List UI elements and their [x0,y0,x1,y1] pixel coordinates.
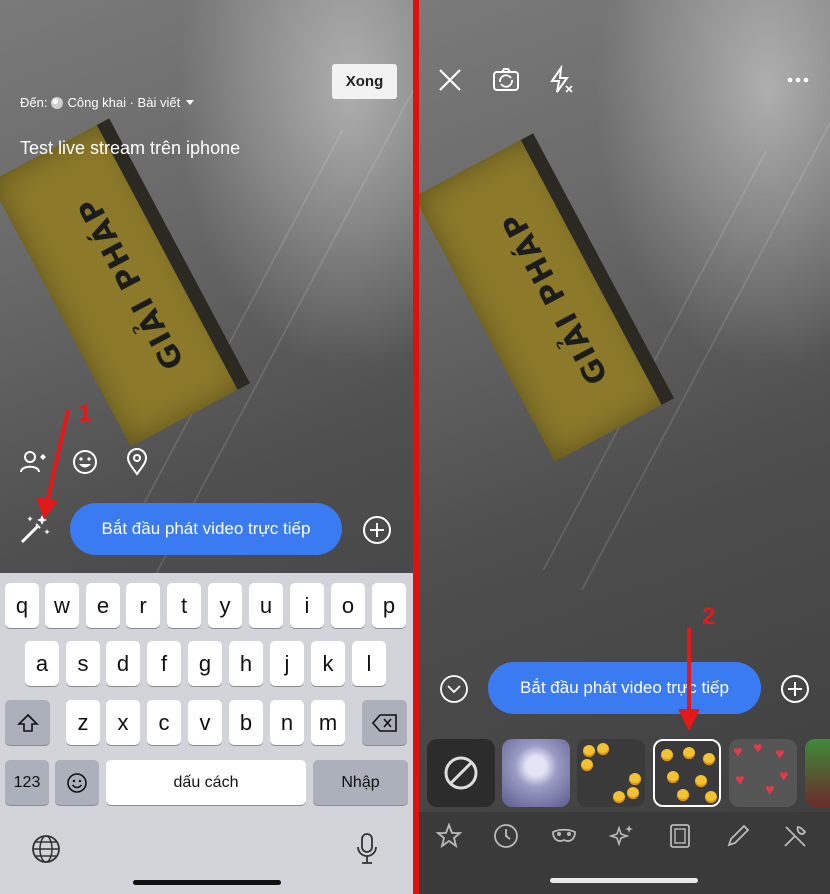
location-pin-icon[interactable] [122,447,152,477]
key-x[interactable]: x [106,700,140,745]
sparkles-icon[interactable] [608,822,636,850]
hearts-effect-thumbnail[interactable]: ♥ ♥ ♥ ♥ ♥ ♥ [729,739,797,807]
key-n[interactable]: n [270,700,304,745]
globe-icon [51,96,64,109]
key-i[interactable]: i [290,583,324,628]
flip-camera-icon[interactable] [491,65,521,95]
annotation-arrow [678,628,700,731]
frame-icon[interactable] [666,822,694,850]
key-b[interactable]: b [229,700,263,745]
key-r[interactable]: r [126,583,160,628]
key-e[interactable]: e [86,583,120,628]
done-button[interactable]: Xong [332,64,397,99]
key-z[interactable]: z [66,700,100,745]
key-p[interactable]: p [372,583,406,628]
key-q[interactable]: q [5,583,39,628]
pencil-icon[interactable] [724,822,752,850]
mask-icon[interactable] [550,822,578,850]
add-circle-icon[interactable] [361,514,393,546]
backspace-icon [371,713,397,732]
start-live-button[interactable]: Bắt đầu phát video trực tiếp [70,503,342,555]
sign-text: GIẢI PHÁP [71,190,192,376]
flash-off-icon[interactable] [545,65,575,95]
key-v[interactable]: v [188,700,222,745]
add-circle-icon[interactable] [779,673,811,705]
key-d[interactable]: d [106,641,140,686]
shift-key[interactable] [5,700,50,745]
globe-keyboard-icon[interactable] [30,833,62,865]
key-g[interactable]: g [188,641,222,686]
key-j[interactable]: j [270,641,304,686]
emoji-key-icon [67,772,87,793]
home-indicator [550,878,698,883]
annotation-number: 2 [702,603,716,630]
close-icon[interactable] [435,65,465,95]
emoji-key[interactable] [55,760,99,805]
emoji-rain-effect-thumbnail[interactable] [653,739,721,807]
key-a[interactable]: a [25,641,59,686]
space-key[interactable]: dấu cách [106,760,306,805]
backspace-key[interactable] [362,700,407,745]
home-indicator [133,880,281,885]
chevron-down-circle-icon[interactable] [438,673,470,705]
effects-tray: ♥ ♥ ♥ ♥ ♥ ♥ [419,734,830,812]
yellow-sign: GIẢI PHÁP [419,133,675,462]
key-h[interactable]: h [229,641,263,686]
ios-keyboard: q w e r t y u i o p a s d f g h j k l z … [0,573,413,894]
audience-prefix: Đến: [20,95,48,110]
right-screenshot: GIẢI PHÁP Bắt đầu phát video trực tiếp 2 [419,0,830,894]
key-o[interactable]: o [331,583,365,628]
emoji-frame-effect-thumbnail[interactable] [577,739,645,807]
star-icon[interactable] [435,822,463,850]
bubble-effect-thumbnail[interactable] [502,739,570,807]
audience-value: Công khai · Bài viết [67,95,181,110]
key-s[interactable]: s [66,641,100,686]
key-u[interactable]: u [249,583,283,628]
yellow-sign: GIẢI PHÁP [0,118,251,447]
key-l[interactable]: l [352,641,386,686]
no-effect-thumbnail[interactable] [427,739,495,807]
start-live-button[interactable]: Bắt đầu phát video trực tiếp [488,662,761,714]
no-effect-icon [444,756,478,790]
microphone-icon[interactable] [355,832,379,866]
key-m[interactable]: m [311,700,345,745]
more-icon[interactable] [783,65,813,95]
return-key[interactable]: Nhập [313,760,408,805]
annotation-number: 1 [78,400,92,427]
caret-down-icon [186,100,195,105]
shift-icon [16,713,39,732]
post-caption[interactable]: Test live stream trên iphone [20,138,240,159]
numbers-key[interactable]: 123 [5,760,49,805]
key-k[interactable]: k [311,641,345,686]
left-screenshot: GIẢI PHÁP Đến: Công khai · Bài viết Xong… [0,0,413,894]
character-effect-thumbnail[interactable] [805,739,830,807]
effect-categories-bar [419,812,830,894]
sign-text: GIẢI PHÁP [495,205,616,391]
key-w[interactable]: w [45,583,79,628]
audience-selector[interactable]: Đến: Công khai · Bài viết [20,95,195,110]
key-c[interactable]: c [147,700,181,745]
key-f[interactable]: f [147,641,181,686]
tools-icon[interactable] [781,822,809,850]
key-y[interactable]: y [208,583,242,628]
key-t[interactable]: t [167,583,201,628]
clock-icon[interactable] [492,822,520,850]
annotation-arrow [36,409,70,519]
